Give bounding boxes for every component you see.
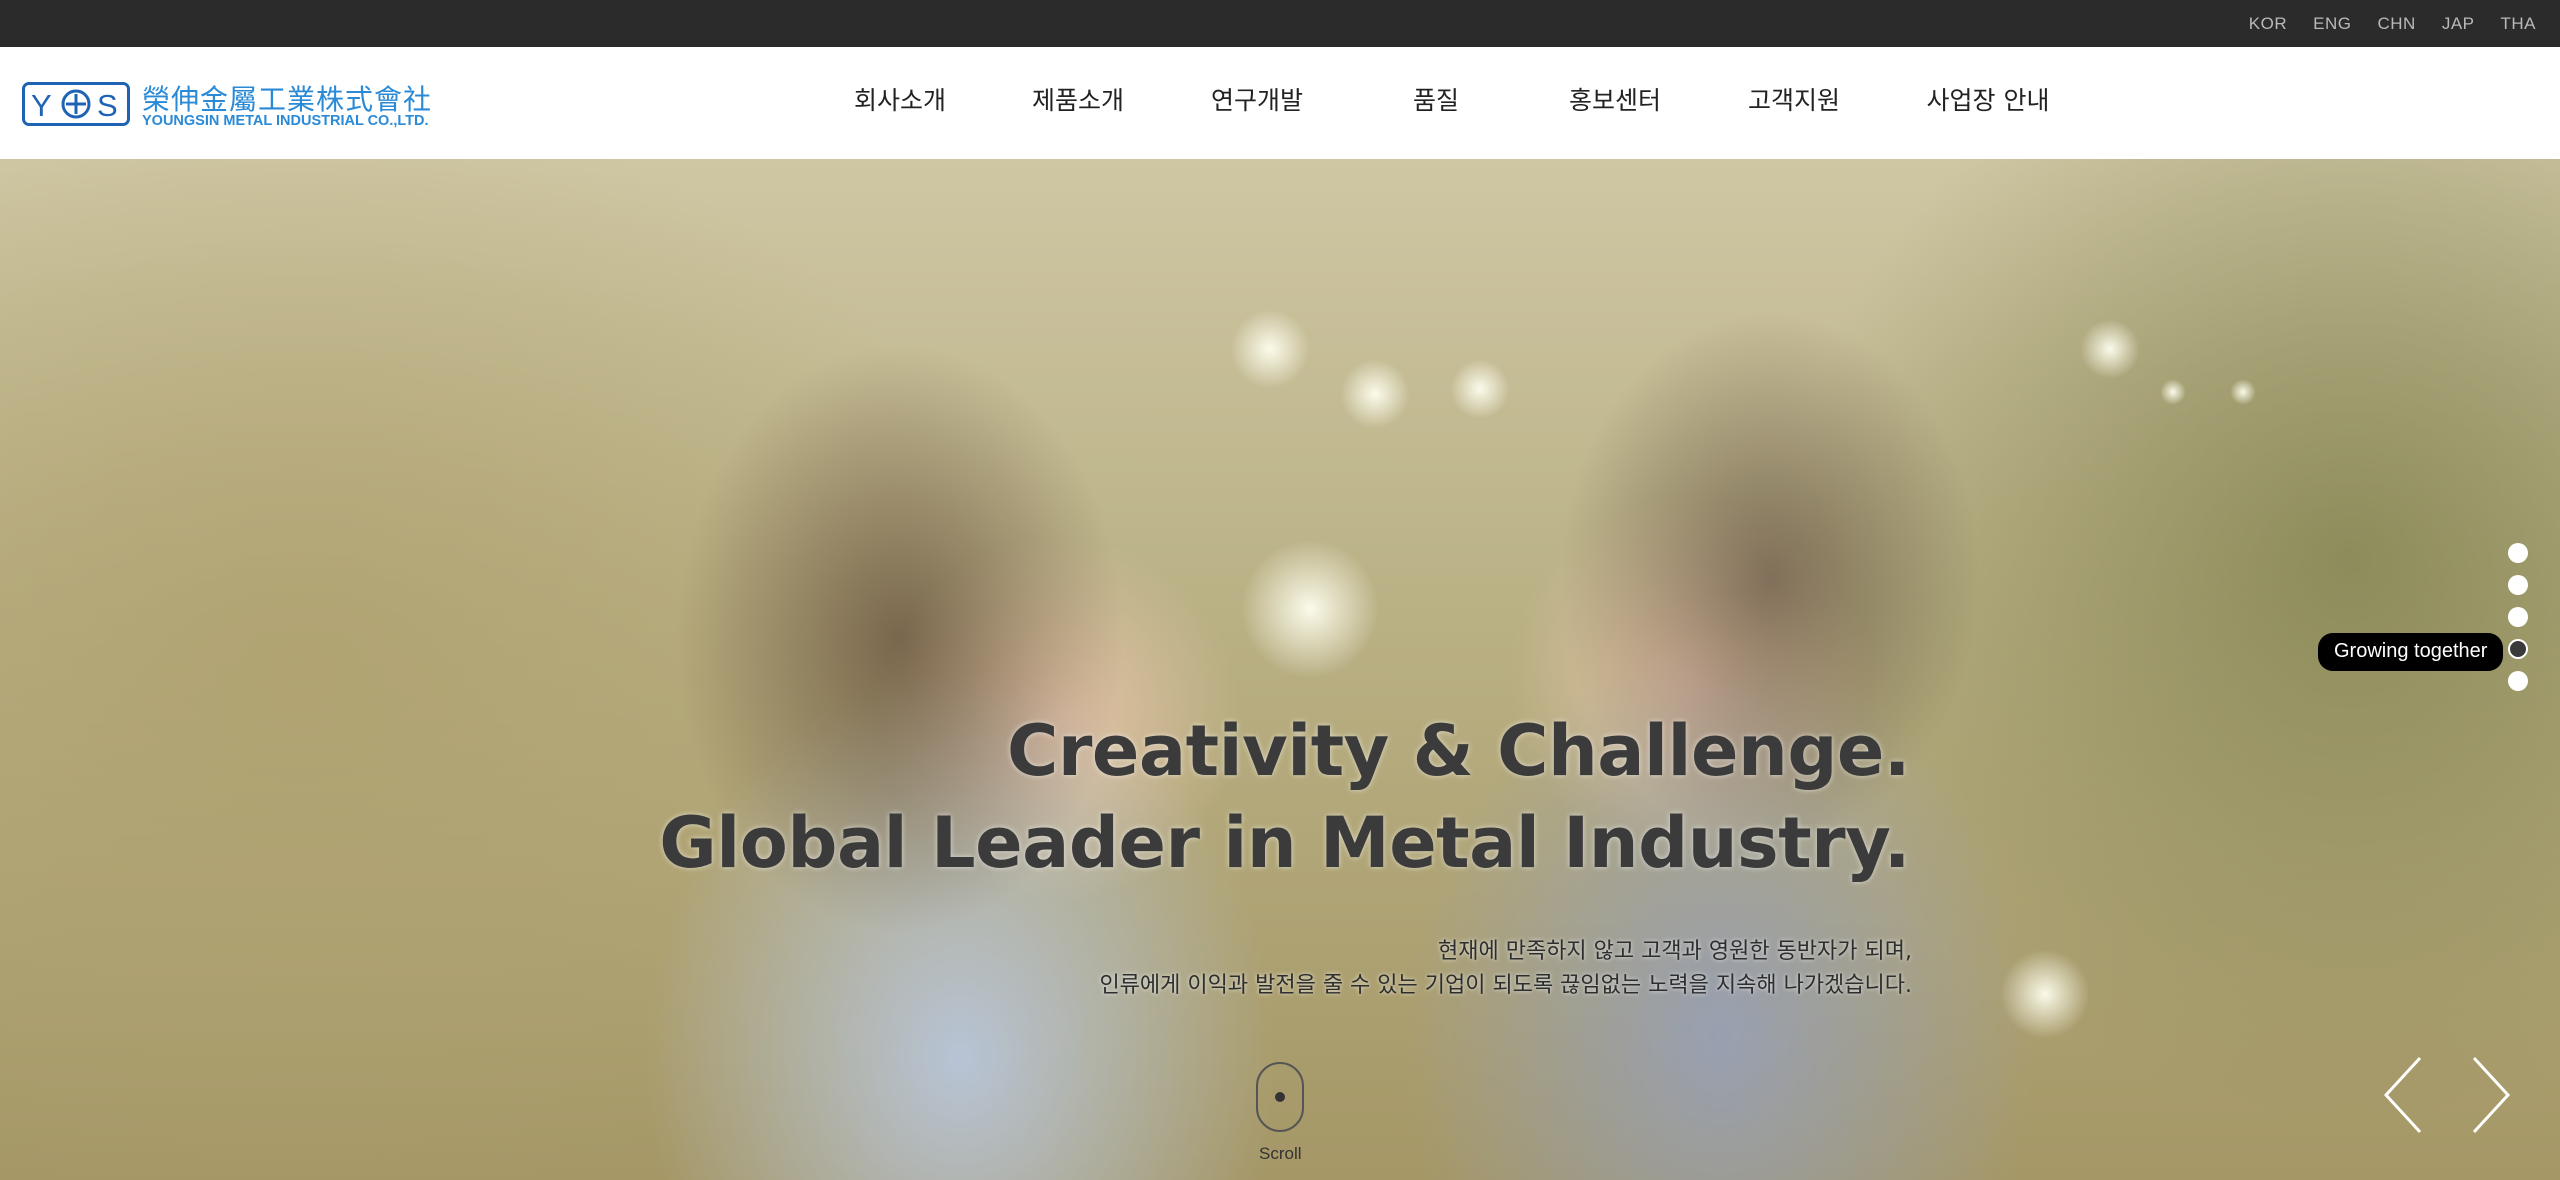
scroll-wheel-dot xyxy=(1275,1092,1285,1102)
nav-company[interactable]: 회사소개 xyxy=(854,81,946,117)
scroll-mouse-icon[interactable] xyxy=(1256,1062,1304,1132)
lang-jap[interactable]: JAP xyxy=(2442,14,2475,34)
bokeh-light xyxy=(2000,949,2090,1039)
bokeh-light xyxy=(1340,359,1410,429)
lang-tha[interactable]: THA xyxy=(2501,14,2537,34)
hero-headline-2: Global Leader in Metal Industry. xyxy=(659,802,1910,884)
nav-locations[interactable]: 사업장 안내 xyxy=(1927,81,2050,117)
language-selector: KOR ENG CHN JAP THA xyxy=(2249,0,2536,47)
chevron-right-icon[interactable] xyxy=(2468,1054,2514,1136)
lang-eng[interactable]: ENG xyxy=(2313,14,2351,34)
hero-slider: Creativity & Challenge. Global Leader in… xyxy=(0,159,2560,1180)
slide-dot-5[interactable] xyxy=(2508,671,2528,691)
slide-tooltip: Growing together xyxy=(2318,633,2504,671)
slide-pagination xyxy=(2508,543,2528,703)
lang-chn[interactable]: CHN xyxy=(2377,14,2415,34)
hero-headline-1: Creativity & Challenge. xyxy=(1007,710,1910,792)
slide-dot-1[interactable] xyxy=(2508,543,2528,563)
bokeh-light xyxy=(1230,309,1310,389)
hero-subtext-2: 인류에게 이익과 발전을 줄 수 있는 기업이 되도록 끊임없는 노력을 지속해… xyxy=(1099,973,1912,998)
main-nav: 회사소개 제품소개 연구개발 품질 홍보센터 고객지원 사업장 안내 xyxy=(0,47,2560,159)
site-header: Y S 榮伸金屬工業株式會社 YOUNGSIN METAL INDUSTRIAL… xyxy=(0,47,2560,160)
bokeh-light xyxy=(2160,379,2186,405)
chevron-left-icon[interactable] xyxy=(2380,1054,2426,1136)
nav-products[interactable]: 제품소개 xyxy=(1032,81,1124,117)
bokeh-light xyxy=(2230,379,2256,405)
nav-quality[interactable]: 품질 xyxy=(1413,81,1459,117)
scroll-label: Scroll xyxy=(1259,1144,1302,1163)
nav-pr-center[interactable]: 홍보센터 xyxy=(1569,81,1661,117)
slide-dot-4-active[interactable] xyxy=(2508,639,2528,659)
bokeh-light xyxy=(2080,319,2140,379)
lang-kor[interactable]: KOR xyxy=(2249,14,2287,34)
nav-research[interactable]: 연구개발 xyxy=(1211,81,1303,117)
bokeh-light xyxy=(1450,359,1510,419)
hero-subtext-1: 현재에 만족하지 않고 고객과 영원한 동반자가 되며, xyxy=(1438,939,1912,964)
slide-dot-3[interactable] xyxy=(2508,607,2528,627)
nav-support[interactable]: 고객지원 xyxy=(1748,81,1840,117)
top-bar: KOR ENG CHN JAP THA xyxy=(0,0,2560,47)
slide-dot-2[interactable] xyxy=(2508,575,2528,595)
dandelion-seed xyxy=(1240,539,1380,679)
